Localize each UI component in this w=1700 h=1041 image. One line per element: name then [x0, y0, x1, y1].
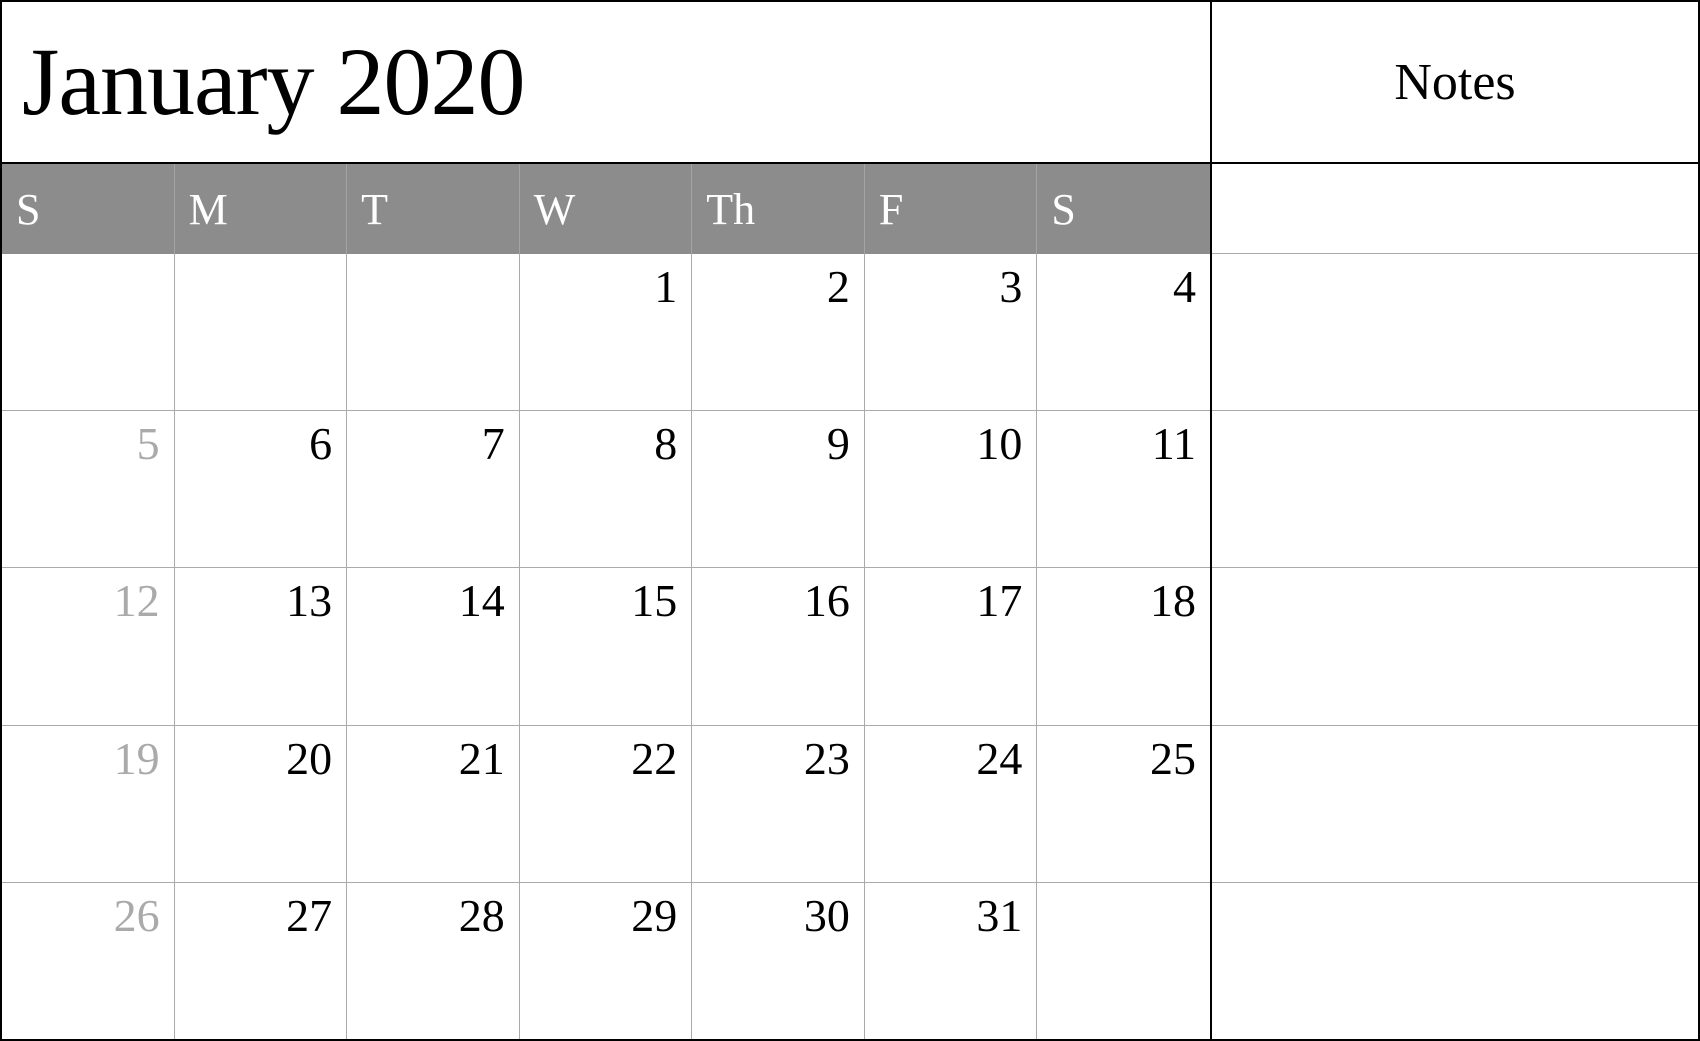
calendar-week-4: 19 20 21 22 23 24 25: [2, 726, 1210, 883]
calendar-grid: 0001234567891011121314151617181920212223…: [2, 254, 1210, 1039]
calendar-day-10-w1-d5: 10: [865, 411, 1038, 567]
day-number: 8: [654, 421, 677, 467]
calendar-day-empty-w4-d6: 0: [1037, 883, 1210, 1039]
calendar-day-16-w2-d4: 16: [692, 568, 865, 724]
day-number: 5: [137, 421, 160, 467]
calendar-day-5-w1-d0: 5: [2, 411, 175, 567]
day-number: 25: [1150, 736, 1196, 782]
calendar-day-29-w4-d3: 29: [520, 883, 693, 1039]
calendar-section: January 2020 SMTWThFS 000123456789101112…: [2, 2, 1212, 1039]
calendar-day-1-w0-d3: 1: [520, 254, 693, 410]
calendar-week-2: 5 6 7 8 9 10 11: [2, 411, 1210, 568]
calendar-week-1: 0001234: [2, 254, 1210, 411]
day-header-s: S: [1037, 164, 1210, 254]
calendar-day-empty-w0-d1: 0: [175, 254, 348, 410]
calendar-day-14-w2-d2: 14: [347, 568, 520, 724]
calendar-title: January 2020: [22, 34, 525, 130]
calendar-week-5: 26 27 28 29 30 31 0: [2, 883, 1210, 1039]
day-number: 19: [114, 736, 160, 782]
calendar-day-19-w3-d0: 19: [2, 726, 175, 882]
day-header-f: F: [865, 164, 1038, 254]
day-header-s: S: [2, 164, 175, 254]
day-number: 29: [631, 893, 677, 939]
day-number: 24: [976, 736, 1022, 782]
calendar-day-20-w3-d1: 20: [175, 726, 348, 882]
day-number: 20: [286, 736, 332, 782]
calendar-day-26-w4-d0: 26: [2, 883, 175, 1039]
day-number: 4: [1173, 264, 1196, 310]
day-number: 18: [1150, 578, 1196, 624]
notes-title: Notes: [1394, 53, 1515, 112]
calendar-day-18-w2-d6: 18: [1037, 568, 1210, 724]
calendar-day-empty-w0-d0: 0: [2, 254, 175, 410]
calendar-day-17-w2-d5: 17: [865, 568, 1038, 724]
calendar-day-3-w0-d5: 3: [865, 254, 1038, 410]
calendar-week-3: 12 13 14 15 16 17 18: [2, 568, 1210, 725]
day-number: 9: [827, 421, 850, 467]
calendar-day-12-w2-d0: 12: [2, 568, 175, 724]
calendar-day-15-w2-d3: 15: [520, 568, 693, 724]
day-number: 13: [286, 578, 332, 624]
calendar-header: January 2020: [2, 2, 1210, 164]
calendar-day-28-w4-d2: 28: [347, 883, 520, 1039]
calendar-day-9-w1-d4: 9: [692, 411, 865, 567]
day-headers-row: SMTWThFS: [2, 164, 1210, 254]
day-number: 16: [804, 578, 850, 624]
day-number: 10: [976, 421, 1022, 467]
calendar-day-22-w3-d3: 22: [520, 726, 693, 882]
day-number: 30: [804, 893, 850, 939]
calendar-day-25-w3-d6: 25: [1037, 726, 1210, 882]
calendar-day-30-w4-d4: 30: [692, 883, 865, 1039]
calendar-day-31-w4-d5: 31: [865, 883, 1038, 1039]
calendar-day-8-w1-d3: 8: [520, 411, 693, 567]
notes-spacer: [1212, 164, 1698, 254]
notes-row-1[interactable]: [1212, 254, 1698, 411]
calendar-day-23-w3-d4: 23: [692, 726, 865, 882]
day-number: 22: [631, 736, 677, 782]
day-number: 2: [827, 264, 850, 310]
notes-header: Notes: [1212, 2, 1698, 164]
calendar-day-11-w1-d6: 11: [1037, 411, 1210, 567]
calendar-day-empty-w0-d2: 0: [347, 254, 520, 410]
day-number: 3: [999, 264, 1022, 310]
day-number: 31: [976, 893, 1022, 939]
notes-section: Notes: [1212, 2, 1698, 1039]
notes-row-3[interactable]: [1212, 568, 1698, 725]
day-number: 27: [286, 893, 332, 939]
calendar-day-21-w3-d2: 21: [347, 726, 520, 882]
calendar-day-6-w1-d1: 6: [175, 411, 348, 567]
notes-rows: [1212, 254, 1698, 1039]
notes-row-5[interactable]: [1212, 883, 1698, 1039]
calendar-day-13-w2-d1: 13: [175, 568, 348, 724]
day-number: 23: [804, 736, 850, 782]
day-number: 12: [114, 578, 160, 624]
day-number: 14: [459, 578, 505, 624]
notes-row-4[interactable]: [1212, 726, 1698, 883]
notes-row-2[interactable]: [1212, 411, 1698, 568]
day-header-m: M: [175, 164, 348, 254]
day-number: 7: [482, 421, 505, 467]
calendar-day-24-w3-d5: 24: [865, 726, 1038, 882]
calendar-day-2-w0-d4: 2: [692, 254, 865, 410]
day-number: 11: [1152, 421, 1196, 467]
day-number: 26: [114, 893, 160, 939]
day-header-th: Th: [692, 164, 865, 254]
day-number: 1: [654, 264, 677, 310]
calendar-day-27-w4-d1: 27: [175, 883, 348, 1039]
day-header-w: W: [520, 164, 693, 254]
calendar-day-4-w0-d6: 4: [1037, 254, 1210, 410]
day-number: 21: [459, 736, 505, 782]
day-number: 15: [631, 578, 677, 624]
day-header-t: T: [347, 164, 520, 254]
day-number: 28: [459, 893, 505, 939]
day-number: 6: [309, 421, 332, 467]
calendar-day-7-w1-d2: 7: [347, 411, 520, 567]
day-number: 17: [976, 578, 1022, 624]
calendar-container: January 2020 SMTWThFS 000123456789101112…: [0, 0, 1700, 1041]
